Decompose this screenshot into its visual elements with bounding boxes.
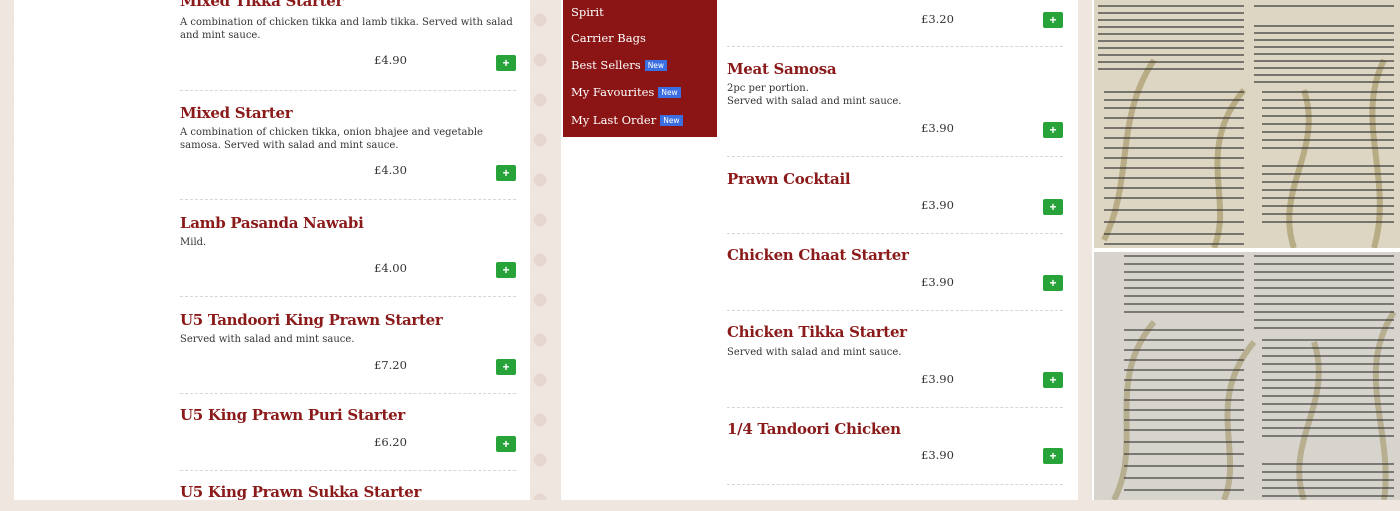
plus-icon: + bbox=[502, 263, 510, 277]
item-price: £3.90 bbox=[921, 121, 954, 135]
item-name[interactable]: U5 King Prawn Puri Starter bbox=[180, 406, 405, 424]
add-to-basket-button[interactable]: + bbox=[1043, 448, 1063, 464]
menu-item: Mixed Starter A combination of chicken t… bbox=[180, 100, 516, 200]
add-to-basket-button[interactable]: + bbox=[1043, 122, 1063, 138]
menu-item: Prawn Cocktail £3.90 + bbox=[727, 167, 1063, 234]
item-name[interactable]: Chicken Chaat Starter bbox=[727, 246, 909, 264]
item-name[interactable]: Chicken Tikka Starter bbox=[727, 323, 907, 341]
add-to-basket-button[interactable]: + bbox=[1043, 372, 1063, 388]
item-description: Served with salad and mint sauce. bbox=[180, 334, 355, 345]
item-price: £4.90 bbox=[374, 53, 407, 67]
add-to-basket-button[interactable]: + bbox=[496, 165, 516, 181]
plus-icon: + bbox=[1049, 373, 1057, 387]
menu-item: U5 King Prawn Puri Starter £6.20 + bbox=[180, 404, 516, 471]
add-to-basket-button[interactable]: + bbox=[496, 359, 516, 375]
item-price: £3.90 bbox=[921, 198, 954, 212]
menu-photo-image bbox=[1094, 252, 1400, 500]
menu-item: £3.20 + bbox=[727, 0, 1063, 47]
item-price: £4.30 bbox=[374, 163, 407, 177]
item-description: Mild. bbox=[180, 237, 207, 248]
nav-item-spirit[interactable]: Spirit bbox=[571, 5, 604, 19]
item-name[interactable]: U5 Tandoori King Prawn Starter bbox=[180, 311, 443, 329]
item-price: £4.00 bbox=[374, 261, 407, 275]
menu-item: Meat Samosa 2pc per portion. Served with… bbox=[727, 57, 1063, 157]
plus-icon: + bbox=[502, 360, 510, 374]
plus-icon: + bbox=[502, 56, 510, 70]
menu-item: 1/4 Tandoori Chicken £3.90 + bbox=[727, 418, 1063, 485]
menu-item: Lamb Pasanda Nawabi Mild. £4.00 + bbox=[180, 210, 516, 297]
plus-icon: + bbox=[1049, 200, 1057, 214]
add-to-basket-button[interactable]: + bbox=[1043, 199, 1063, 215]
category-dropdown-menu: Spirit Carrier Bags Best Sellers New My F… bbox=[563, 0, 717, 137]
add-to-basket-button[interactable]: + bbox=[1043, 12, 1063, 28]
menu-item: U5 King Prawn Sukka Starter bbox=[180, 481, 516, 511]
plus-icon: + bbox=[1049, 449, 1057, 463]
menu-item: Chicken Tikka Starter Served with salad … bbox=[727, 321, 1063, 408]
add-to-basket-button[interactable]: + bbox=[496, 55, 516, 71]
item-name[interactable]: U5 King Prawn Sukka Starter bbox=[180, 483, 421, 501]
add-to-basket-button[interactable]: + bbox=[1043, 275, 1063, 291]
item-name[interactable]: Lamb Pasanda Nawabi bbox=[180, 214, 364, 232]
nav-item-my-last-order[interactable]: My Last Order New bbox=[571, 113, 683, 127]
add-to-basket-button[interactable]: + bbox=[496, 262, 516, 278]
item-description: A combination of chicken tikka, onion bh… bbox=[180, 127, 483, 151]
item-price: £7.20 bbox=[374, 358, 407, 372]
item-price: £3.90 bbox=[921, 372, 954, 386]
plus-icon: + bbox=[502, 437, 510, 451]
item-name[interactable]: Mixed Tikka Starter bbox=[180, 0, 343, 10]
item-price: £3.90 bbox=[921, 275, 954, 289]
plus-icon: + bbox=[502, 166, 510, 180]
plus-icon: + bbox=[1049, 276, 1057, 290]
nav-item-best-sellers[interactable]: Best Sellers New bbox=[571, 58, 668, 72]
plus-icon: + bbox=[1049, 13, 1057, 27]
item-price: £3.90 bbox=[921, 448, 954, 462]
plus-icon: + bbox=[1049, 123, 1057, 137]
item-name[interactable]: Meat Samosa bbox=[727, 60, 837, 78]
menu-photo[interactable] bbox=[1094, 0, 1400, 248]
new-badge: New bbox=[658, 87, 681, 98]
menu-photo-image bbox=[1094, 0, 1400, 248]
item-name[interactable]: 1/4 Tandoori Chicken bbox=[727, 420, 901, 438]
item-price: £3.20 bbox=[921, 12, 954, 26]
new-badge: New bbox=[644, 60, 668, 71]
item-description: A combination of chicken tikka and lamb … bbox=[180, 17, 513, 41]
item-price: £6.20 bbox=[374, 435, 407, 449]
add-to-basket-button[interactable]: + bbox=[496, 436, 516, 452]
menu-column-left: Mixed Tikka Starter A combination of chi… bbox=[14, 0, 530, 501]
item-description: 2pc per portion. Served with salad and m… bbox=[727, 83, 902, 107]
item-name[interactable]: Mixed Starter bbox=[180, 104, 293, 122]
menu-item: Chicken Chaat Starter £3.90 + bbox=[727, 244, 1063, 311]
nav-item-my-favourites[interactable]: My Favourites New bbox=[571, 85, 681, 99]
menu-item: Mixed Tikka Starter A combination of chi… bbox=[180, 0, 516, 91]
new-badge: New bbox=[660, 115, 683, 126]
menu-photo[interactable] bbox=[1094, 252, 1400, 500]
item-description: Served with salad and mint sauce. bbox=[727, 347, 902, 358]
menu-item: U5 Tandoori King Prawn Starter Served wi… bbox=[180, 307, 516, 394]
nav-item-carrier-bags[interactable]: Carrier Bags bbox=[571, 31, 646, 45]
item-name[interactable]: Prawn Cocktail bbox=[727, 170, 851, 188]
